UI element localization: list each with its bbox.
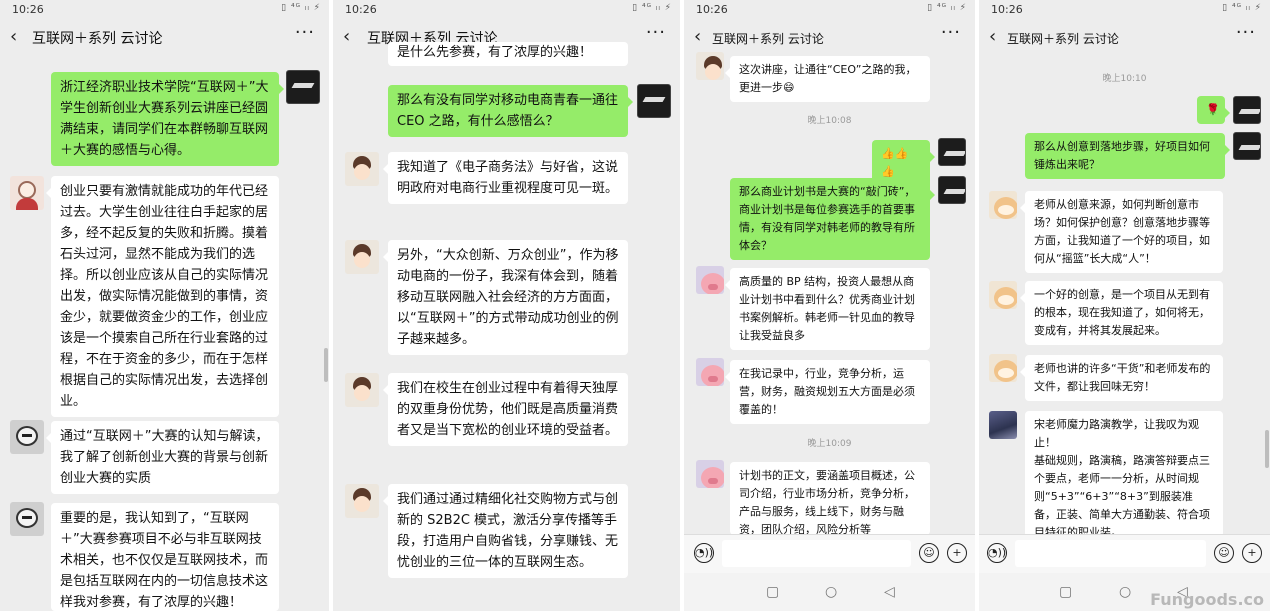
chat-title: 互联网＋系列 云讨论 (32, 31, 163, 47)
chat-panel-4: 10:26 ▯ ⁴ᴳ ₗₗ ⚡ ‹ 互联网＋系列 云讨论 ··· 晚上10:10… (979, 0, 1270, 611)
input-bar: ◔)) ☺ + (979, 534, 1270, 573)
message-bubble[interactable]: 那么商业计划书是大赛的“敲门砖”，商业计划书是每位参赛选手的首要事情，有没有同学… (730, 178, 935, 260)
back-arrow-icon[interactable]: ‹ (989, 26, 996, 47)
message-bubble[interactable]: 老师从创意来源，如何判断创意市场？如何保护创意？创意落地步骤等方面，让我知道了一… (1020, 191, 1223, 273)
avatar[interactable] (1233, 96, 1261, 124)
status-time: 10:26 (12, 3, 44, 16)
message-bubble[interactable]: 我知道了《电子商务法》与好省，这说明政府对电商行业重视程度可见一斑。 (383, 152, 628, 204)
status-icons: ▯ ⁴ᴳ ₗₗ ⚡ (927, 3, 967, 13)
scrollbar[interactable] (1265, 430, 1269, 468)
chat-header: ‹ 互联网＋系列 云讨论 ··· (684, 20, 975, 56)
avatar[interactable] (696, 52, 724, 80)
status-icons: ▯ ⁴ᴳ ₗₗ ⚡ (1222, 3, 1262, 13)
plus-icon[interactable]: + (1242, 543, 1262, 563)
emoji-icon[interactable]: ☺ (1214, 543, 1234, 563)
avatar[interactable] (696, 266, 724, 294)
message-bubble[interactable]: 重要的是，我认知到了，“互联网＋”大赛参赛项目不必与非互联网技术相关，也不仅仅是… (51, 503, 279, 611)
avatar[interactable] (10, 502, 44, 536)
status-icons: ▯ ⁴ᴳ ₗₗ ⚡ (632, 3, 672, 13)
message-bubble[interactable]: 通过“互联网＋”大赛的认知与解读，我了解了创新创业大赛的背景与创新创业大赛的实质 (46, 421, 279, 494)
message-bubble[interactable]: 创业只要有激情就能成功的年代已经过去。大学生创业往往白手起家的居多，经不起反复的… (46, 176, 279, 417)
status-icons: ▯ ⁴ᴳ ₗₗ ⚡ (281, 3, 321, 13)
chat-header: ‹ 互联网＋系列 云讨论 ··· (979, 20, 1270, 56)
avatar[interactable] (10, 420, 44, 454)
timestamp: 晚上10:08 (807, 116, 852, 126)
avatar[interactable] (989, 411, 1017, 439)
avatar[interactable] (989, 191, 1017, 219)
voice-icon[interactable]: ◔)) (987, 543, 1007, 563)
message-bubble[interactable]: 在我记录中，行业，竞争分析，运营，财务，融资规划五大方面是必须覆盖的！ (725, 360, 930, 424)
chat-panel-2: 10:26 ▯ ⁴ᴳ ₗₗ ⚡ ‹ 互联网＋系列 云讨论 ··· 是什么先参赛，… (333, 0, 680, 611)
back-nav-icon[interactable]: ◁ (884, 584, 895, 600)
status-bar: 10:26 ▯ ⁴ᴳ ₗₗ ⚡ (684, 0, 975, 20)
avatar[interactable] (989, 354, 1017, 382)
avatar[interactable] (938, 138, 966, 166)
plus-icon[interactable]: + (947, 543, 967, 563)
timestamp: 晚上10:10 (1102, 74, 1147, 84)
message-bubble[interactable]: 计划书的正文，要涵盖项目概述，公司介绍，行业市场分析，竞争分析，产品与服务，线上… (730, 462, 930, 535)
avatar[interactable] (989, 281, 1017, 309)
timestamp: 晚上10:09 (807, 439, 852, 449)
home-icon[interactable]: ○ (1119, 584, 1131, 600)
more-options-icon[interactable]: ··· (295, 22, 315, 43)
more-options-icon[interactable]: ··· (646, 22, 666, 43)
back-arrow-icon[interactable]: ‹ (343, 26, 350, 47)
status-bar: 10:26 ▯ ⁴ᴳ ₗₗ ⚡ (333, 0, 680, 20)
chat-title: 互联网＋系列 云讨论 (712, 32, 824, 46)
avatar[interactable] (637, 84, 671, 118)
home-icon[interactable]: ○ (825, 584, 837, 600)
recent-apps-icon[interactable]: ▢ (1059, 584, 1072, 600)
message-input[interactable] (722, 540, 911, 567)
message-bubble[interactable]: 老师也讲的许多“干货”和老师发布的文件，都让我回味无穷！ (1020, 355, 1223, 401)
status-bar: 10:26 ▯ ⁴ᴳ ₗₗ ⚡ (979, 0, 1270, 20)
status-bar: 10:26 ▯ ⁴ᴳ ₗₗ ⚡ (0, 0, 329, 20)
status-time: 10:26 (345, 3, 377, 16)
chat-title: 互联网＋系列 云讨论 (1007, 32, 1119, 46)
message-input[interactable] (1015, 540, 1206, 567)
message-bubble[interactable]: 我们通过通过精细化社交购物方式与创新的 S2B2C 模式，激活分享传播等手段，打… (383, 484, 628, 578)
message-bubble-fragment[interactable]: 是什么先参赛，有了浓厚的兴趣！ (388, 42, 628, 66)
message-bubble[interactable]: 这次讲座，让通往“CEO”之路的我，更进一步😄 (725, 56, 930, 102)
system-nav-bar: ▢ ○ ◁ (684, 573, 975, 611)
chat-header: ‹ 互联网＋系列 云讨论 ··· (0, 20, 329, 56)
chat-panel-3: 10:26 ▯ ⁴ᴳ ₗₗ ⚡ ‹ 互联网＋系列 云讨论 ··· 这次讲座，让通… (684, 0, 975, 611)
message-bubble[interactable]: 我们在校生在创业过程中有着得天独厚的双重身份优势，他们既是高质量消费者又是当下宽… (383, 373, 628, 446)
avatar[interactable] (345, 240, 379, 274)
avatar[interactable] (345, 152, 379, 186)
scrollbar[interactable] (324, 348, 328, 382)
avatar[interactable] (696, 460, 724, 488)
avatar[interactable] (286, 70, 320, 104)
avatar[interactable] (10, 176, 44, 210)
input-bar: ◔)) ☺ + (684, 534, 975, 573)
message-bubble[interactable]: 另外，“大众创新、万众创业”，作为移动电商的一份子，我深有体会到，随着移动互联网… (383, 240, 628, 355)
back-arrow-icon[interactable]: ‹ (10, 26, 17, 47)
chat-panel-1: 10:26 ▯ ⁴ᴳ ₗₗ ⚡ ‹ 互联网＋系列 云讨论 ··· 浙江经济职业技… (0, 0, 329, 611)
avatar[interactable] (938, 176, 966, 204)
status-time: 10:26 (696, 3, 728, 16)
message-bubble[interactable]: 浙江经济职业技术学院“互联网＋”大学生创新创业大赛系列云讲座已经圆满结束，请同学… (51, 72, 284, 166)
voice-icon[interactable]: ◔)) (694, 543, 714, 563)
message-bubble[interactable]: 那么有没有同学对移动电商青春一通往 CEO 之路，有什么感悟么？ (388, 85, 633, 137)
status-time: 10:26 (991, 3, 1023, 16)
recent-apps-icon[interactable]: ▢ (766, 584, 779, 600)
avatar[interactable] (345, 484, 379, 518)
avatar[interactable] (696, 358, 724, 386)
message-bubble[interactable]: 一个好的创意，是一个项目从无到有的根本，现在我知道了，如何将无，变成有，并将其发… (1020, 281, 1223, 345)
back-arrow-icon[interactable]: ‹ (694, 26, 701, 47)
watermark: Fungoods.co (1150, 590, 1264, 609)
more-options-icon[interactable]: ··· (1236, 22, 1256, 43)
emoji-icon[interactable]: ☺ (919, 543, 939, 563)
avatar[interactable] (1233, 132, 1261, 160)
more-options-icon[interactable]: ··· (941, 22, 961, 43)
message-bubble[interactable]: 那么从创意到落地步骤，好项目如何锤炼出来呢？ (1025, 133, 1230, 179)
message-bubble[interactable]: 🌹 (1197, 96, 1230, 124)
avatar[interactable] (345, 373, 379, 407)
message-bubble[interactable]: 高质量的 BP 结构，投资人最想从商业计划书中看到什么？优秀商业计划书案例解析。… (725, 268, 930, 350)
message-bubble[interactable]: 宋老师魔力路演教学，让我叹为观止！ 基础规则，路演稿，路演答辩要点三个要点，老师… (1025, 411, 1223, 537)
